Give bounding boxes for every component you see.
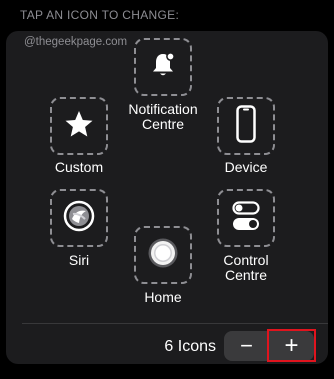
custom-slot[interactable] (50, 97, 108, 155)
notification-centre-slot[interactable] (134, 38, 192, 96)
toggles-icon (232, 200, 260, 236)
section-header: TAP AN ICON TO CHANGE: (20, 8, 180, 22)
icon-count-label: 6 Icons (164, 338, 216, 355)
control-centre-slot[interactable] (217, 189, 275, 247)
watermark: @thegeekpage.com (24, 36, 128, 48)
divider (22, 323, 328, 324)
siri-slot[interactable] (50, 189, 108, 247)
highlight-box (267, 329, 316, 362)
notification-centre-label: Notification Centre (128, 101, 198, 132)
bell-icon (151, 51, 175, 83)
custom-label: Custom (54, 159, 104, 175)
siri-label: Siri (68, 252, 90, 268)
control-centre-label: Control Centre (223, 252, 269, 283)
star-icon (64, 109, 94, 144)
device-label: Device (224, 159, 268, 175)
home-label: Home (144, 289, 182, 305)
home-slot[interactable] (134, 226, 192, 284)
minus-icon: − (240, 333, 253, 358)
decrease-button[interactable]: − (224, 331, 269, 361)
iphone-icon (236, 104, 256, 148)
home-button-icon (147, 237, 179, 274)
device-slot[interactable] (217, 97, 275, 155)
siri-icon (63, 200, 95, 237)
